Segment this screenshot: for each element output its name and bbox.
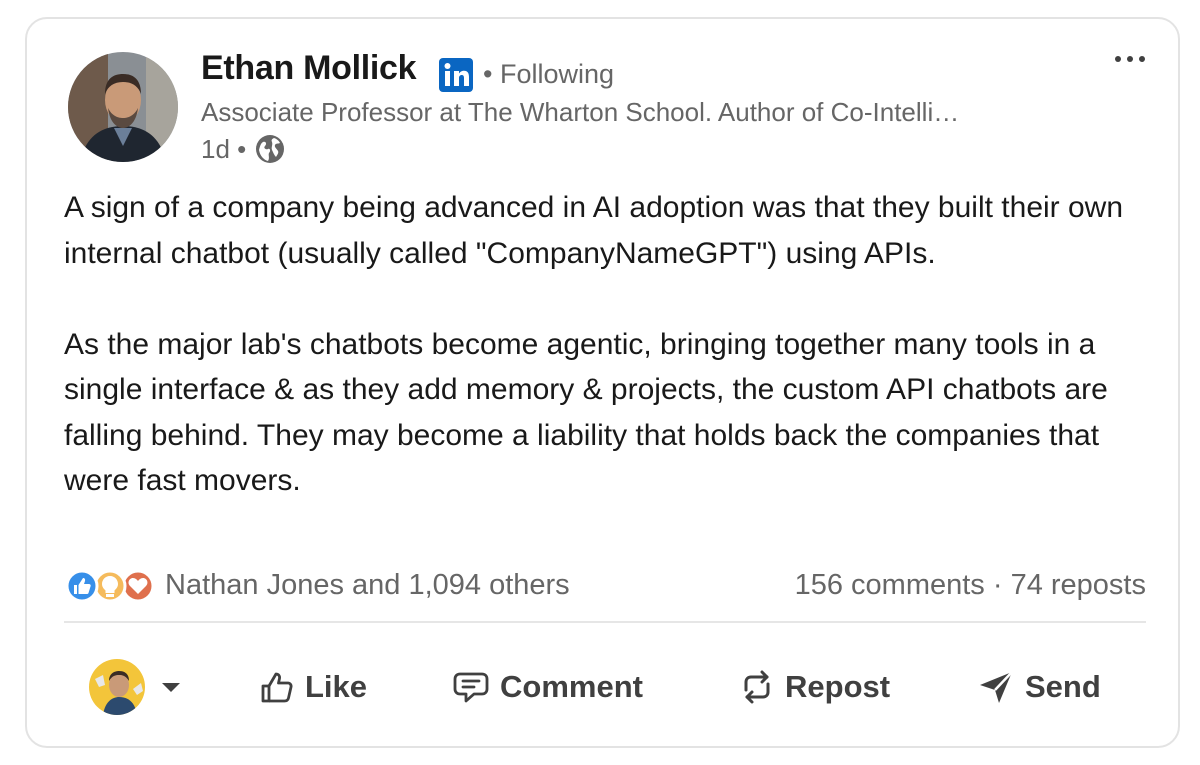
post-paragraph: A sign of a company being advanced in AI…	[64, 191, 1124, 270]
like-button[interactable]: Like	[259, 659, 367, 715]
insightful-reaction-icon	[93, 569, 127, 603]
repost-icon	[739, 668, 775, 706]
comments-reposts-count[interactable]: 156 comments · 74 reposts	[795, 569, 1146, 602]
love-reaction-icon	[121, 569, 155, 603]
post-body: A sign of a company being advanced in AI…	[64, 185, 1144, 504]
send-icon	[977, 669, 1015, 705]
post-meta: 1d •	[201, 133, 286, 165]
chevron-down-icon[interactable]	[159, 677, 183, 697]
like-reaction-icon	[65, 569, 99, 603]
repost-label: Repost	[785, 669, 891, 704]
like-label: Like	[305, 669, 368, 704]
repost-button[interactable]: Repost	[739, 659, 890, 715]
thumbs-up-icon	[259, 669, 295, 705]
divider	[64, 621, 1146, 623]
reaction-icons[interactable]	[64, 568, 160, 604]
linkedin-icon	[439, 58, 473, 92]
author-avatar[interactable]	[68, 52, 178, 162]
reactor-avatar[interactable]	[89, 659, 145, 715]
post-time: 1d •	[201, 133, 247, 164]
social-counts: Nathan Jones and 1,094 others 156 commen…	[64, 566, 1146, 606]
following-status[interactable]: • Following	[483, 59, 614, 90]
send-label: Send	[1025, 669, 1101, 704]
send-button[interactable]: Send	[977, 659, 1101, 715]
author-name[interactable]: Ethan Mollick	[201, 49, 417, 88]
post-card: Ethan Mollick • Following Associate Prof…	[25, 17, 1180, 748]
comment-label: Comment	[500, 669, 643, 704]
post-paragraph: As the major lab's chatbots become agent…	[64, 327, 1108, 498]
globe-icon	[254, 133, 286, 165]
comment-button[interactable]: Comment	[452, 659, 643, 715]
reactions-summary[interactable]: Nathan Jones and 1,094 others	[165, 569, 570, 602]
comment-icon	[452, 669, 490, 705]
author-headline: Associate Professor at The Wharton Schoo…	[201, 97, 960, 127]
action-bar: Like Comment Repost Send	[27, 649, 1182, 725]
more-options-icon[interactable]	[1110, 49, 1150, 69]
